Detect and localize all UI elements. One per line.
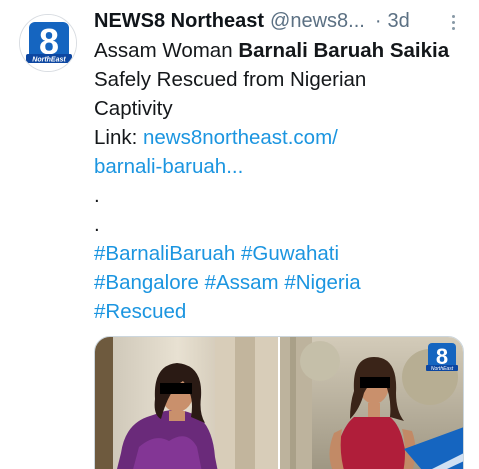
watermark-small-text: NorthEast [431, 366, 454, 372]
news8-logo-icon: 8 NorthEast [20, 15, 76, 71]
hashtag-bangalore[interactable]: #Bangalore [94, 271, 199, 294]
tweet-header: NEWS8 Northeast @news8... · 3d [94, 6, 466, 36]
hashtag-line-3: #Rescued [94, 297, 466, 326]
tweet-dot-1: . [94, 184, 100, 207]
author-name[interactable]: NEWS8 Northeast [94, 6, 264, 36]
line1-bold-name: Barnali Baruah Saikia [238, 39, 450, 62]
hashtag-assam[interactable]: #Assam [205, 271, 279, 294]
hashtag-line-1: #BarnaliBaruah #Guwahati [94, 239, 466, 268]
tweet[interactable]: 8 NorthEast NEWS8 Northeast @news8... · … [0, 0, 479, 469]
media-photo-1[interactable] [95, 337, 278, 469]
link-prefix: Link: [94, 126, 143, 149]
tweet-link-line-2: barnali-baruah... [94, 152, 466, 181]
author-handle[interactable]: @news8... [270, 6, 365, 36]
hashtag-guwahati[interactable]: #Guwahati [241, 242, 339, 265]
tweet-line-1: Assam Woman Barnali Baruah Saikia [94, 36, 466, 65]
hashtag-barnalibaruah[interactable]: #BarnaliBaruah [94, 242, 235, 265]
more-options-icon[interactable] [443, 10, 463, 34]
header-separator: · [374, 10, 382, 32]
media-photo-2[interactable]: 8 NorthEast [280, 337, 463, 469]
tweet-line-2: Safely Rescued from Nigerian [94, 68, 367, 91]
article-link[interactable]: news8northeast.com/ [143, 126, 338, 149]
hashtag-rescued[interactable]: #Rescued [94, 300, 186, 323]
tweet-media[interactable]: 8 NorthEast [94, 336, 464, 469]
article-link-continued[interactable]: barnali-baruah... [94, 155, 243, 178]
woman-purple-dress-photo-icon [95, 337, 278, 469]
woman-red-dress-photo-icon: 8 NorthEast [280, 337, 463, 469]
tweet-line-3: Captivity [94, 97, 173, 120]
hashtag-nigeria[interactable]: #Nigeria [284, 271, 360, 294]
tweet-body: NEWS8 Northeast @news8... · 3d Assam Wom… [94, 6, 466, 326]
tweet-link-line: Link: news8northeast.com/ [94, 123, 466, 152]
tweet-dot-2: . [94, 213, 100, 236]
hashtag-line-2: #Bangalore #Assam #Nigeria [94, 268, 466, 297]
line1-prefix: Assam Woman [94, 39, 239, 62]
tweet-text: Assam Woman Barnali Baruah Saikia Safely… [94, 36, 466, 326]
tweet-timestamp[interactable]: 3d [388, 6, 410, 36]
avatar-small-text: NorthEast [32, 57, 66, 64]
avatar[interactable]: 8 NorthEast [19, 14, 77, 72]
